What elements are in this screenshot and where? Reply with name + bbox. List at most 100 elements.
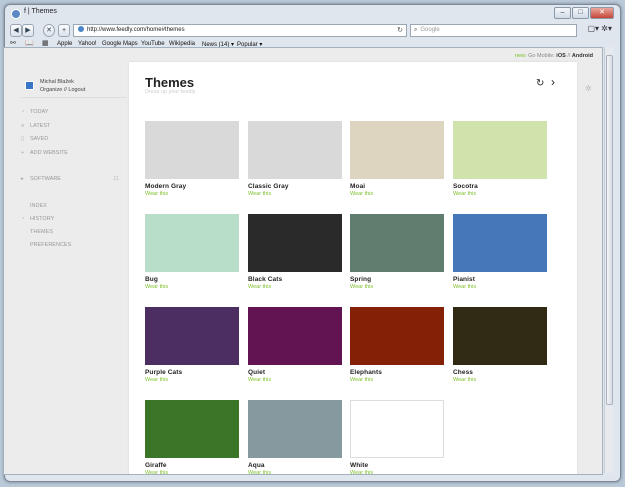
theme-card[interactable]: Black Cats Wear this <box>248 214 342 290</box>
caret-right-icon: ▸ <box>21 176 24 182</box>
theme-name: Bug <box>145 276 158 283</box>
list-icon: ≡ <box>21 123 25 129</box>
theme-swatch[interactable] <box>453 307 547 365</box>
page-subtitle: Dress up your feedly <box>145 89 196 95</box>
theme-swatch[interactable] <box>145 121 239 179</box>
ios-link[interactable]: iOS <box>556 53 565 59</box>
sidebar-item-saved[interactable]: ▯ SAVED <box>21 136 48 142</box>
theme-swatch[interactable] <box>350 121 444 179</box>
close-button[interactable]: ✕ <box>590 7 614 19</box>
wear-this-link[interactable]: Wear this <box>350 284 444 290</box>
wear-this-link[interactable]: Wear this <box>453 284 547 290</box>
address-bar[interactable]: http://www.feedly.com/home#themes ↻ <box>73 24 407 37</box>
sidebar-item-latest[interactable]: ≡ LATEST <box>21 123 50 129</box>
back-button[interactable]: ◀ <box>10 24 22 37</box>
search-input[interactable]: ⌕ Google <box>410 24 577 37</box>
page-viewport: new: Go Mobile: iOS // Android Michal Bl… <box>3 47 603 475</box>
wear-this-link[interactable]: Wear this <box>453 191 547 197</box>
theme-card[interactable]: Classic Gray Wear this <box>248 121 342 197</box>
sidebar: Michal Blažek Organize // Logout ◔ TODAY … <box>21 75 126 248</box>
theme-card[interactable]: Socotra Wear this <box>453 121 547 197</box>
theme-swatch[interactable] <box>350 307 444 365</box>
wear-this-link[interactable]: Wear this <box>145 470 239 474</box>
theme-card[interactable]: Purple Cats Wear this <box>145 307 239 383</box>
top-sites-grid-icon[interactable]: ▦ <box>42 39 49 47</box>
theme-swatch[interactable] <box>350 400 444 458</box>
wear-this-link[interactable]: Wear this <box>453 377 547 383</box>
window-title: f | Themes <box>24 8 57 15</box>
theme-name: Spring <box>350 276 372 283</box>
page-tools-menu[interactable]: ▢▾ ✲▾ <box>587 24 612 33</box>
theme-name: Purple Cats <box>145 369 183 376</box>
theme-swatch[interactable] <box>248 400 342 458</box>
theme-swatch[interactable] <box>145 400 239 458</box>
vertical-scrollbar[interactable] <box>604 47 613 473</box>
bookmarks-book-icon[interactable]: 📖 <box>25 39 34 47</box>
bookmark-icon: ▯ <box>21 136 25 142</box>
search-placeholder: Google <box>420 27 440 33</box>
title-bar: f | Themes – □ ✕ <box>5 5 620 23</box>
wear-this-link[interactable]: Wear this <box>248 191 342 197</box>
theme-card[interactable]: Pianist Wear this <box>453 214 547 290</box>
wear-this-link[interactable]: Wear this <box>145 191 239 197</box>
theme-name: Socotra <box>453 183 478 190</box>
theme-card[interactable]: Quiet Wear this <box>248 307 342 383</box>
add-bookmark-button[interactable]: + <box>58 24 70 37</box>
theme-swatch[interactable] <box>453 214 547 272</box>
wear-this-link[interactable]: Wear this <box>145 284 239 290</box>
forward-button[interactable]: ▶ <box>22 24 34 37</box>
page-title: Themes <box>145 75 195 90</box>
maximize-button[interactable]: □ <box>572 7 589 19</box>
theme-card[interactable]: White Wear this <box>350 400 444 474</box>
stop-button[interactable]: ✕ <box>43 24 55 37</box>
next-arrow-icon[interactable]: › <box>551 75 555 89</box>
wear-this-link[interactable]: Wear this <box>350 470 444 474</box>
toolbar: ◀ ▶ ✕ + http://www.feedly.com/home#theme… <box>5 23 620 38</box>
reload-icon[interactable]: ↻ <box>397 25 403 36</box>
theme-swatch[interactable] <box>145 307 239 365</box>
wear-this-link[interactable]: Wear this <box>248 284 342 290</box>
theme-name: Classic Gray <box>248 183 289 190</box>
gear-icon[interactable]: ✲ <box>585 84 592 93</box>
theme-card[interactable]: Modern Gray Wear this <box>145 121 239 197</box>
android-link[interactable]: Android <box>572 53 593 59</box>
sidebar-item-history[interactable]: ◔ HISTORY <box>21 216 54 222</box>
refresh-icon[interactable]: ↻ <box>536 78 544 89</box>
theme-card[interactable]: Giraffe Wear this <box>145 400 239 474</box>
sidebar-item-index[interactable]: INDEX <box>21 203 47 209</box>
scrollbar-thumb[interactable] <box>606 55 613 405</box>
wear-this-link[interactable]: Wear this <box>248 377 342 383</box>
sidebar-item-themes[interactable]: THEMES <box>21 229 53 235</box>
sidebar-item-preferences[interactable]: PREFERENCES <box>21 242 71 248</box>
theme-swatch[interactable] <box>453 121 547 179</box>
theme-swatch[interactable] <box>350 214 444 272</box>
user-links[interactable]: Organize // Logout <box>40 87 85 93</box>
theme-name: Elephants <box>350 369 382 376</box>
theme-swatch[interactable] <box>248 214 342 272</box>
theme-card[interactable]: Bug Wear this <box>145 214 239 290</box>
theme-card[interactable]: Moai Wear this <box>350 121 444 197</box>
theme-card[interactable]: Aqua Wear this <box>248 400 342 474</box>
wear-this-link[interactable]: Wear this <box>350 377 444 383</box>
theme-card[interactable]: Spring Wear this <box>350 214 444 290</box>
minimize-button[interactable]: – <box>554 7 571 19</box>
wear-this-link[interactable]: Wear this <box>350 191 444 197</box>
history-icon: ◔ <box>21 216 25 222</box>
wear-this-link[interactable]: Wear this <box>248 470 342 474</box>
sidebar-item-today[interactable]: ◔ TODAY <box>21 109 48 115</box>
theme-swatch[interactable] <box>145 214 239 272</box>
avatar[interactable] <box>25 81 34 90</box>
theme-card[interactable]: Elephants Wear this <box>350 307 444 383</box>
sidebar-item-add-website[interactable]: + ADD WEBSITE <box>21 150 68 156</box>
wear-this-link[interactable]: Wear this <box>145 377 239 383</box>
theme-swatch[interactable] <box>248 307 342 365</box>
theme-name: Aqua <box>248 462 265 469</box>
app-icon <box>11 9 21 19</box>
globe-icon <box>78 26 84 32</box>
reading-glasses-icon[interactable]: ⚯ <box>10 39 16 47</box>
sidebar-item-software[interactable]: ▸ SOFTWARE 11 <box>21 176 121 182</box>
theme-swatch[interactable] <box>248 121 342 179</box>
theme-name: Quiet <box>248 369 266 376</box>
theme-name: Giraffe <box>145 462 167 469</box>
theme-card[interactable]: Chess Wear this <box>453 307 547 383</box>
